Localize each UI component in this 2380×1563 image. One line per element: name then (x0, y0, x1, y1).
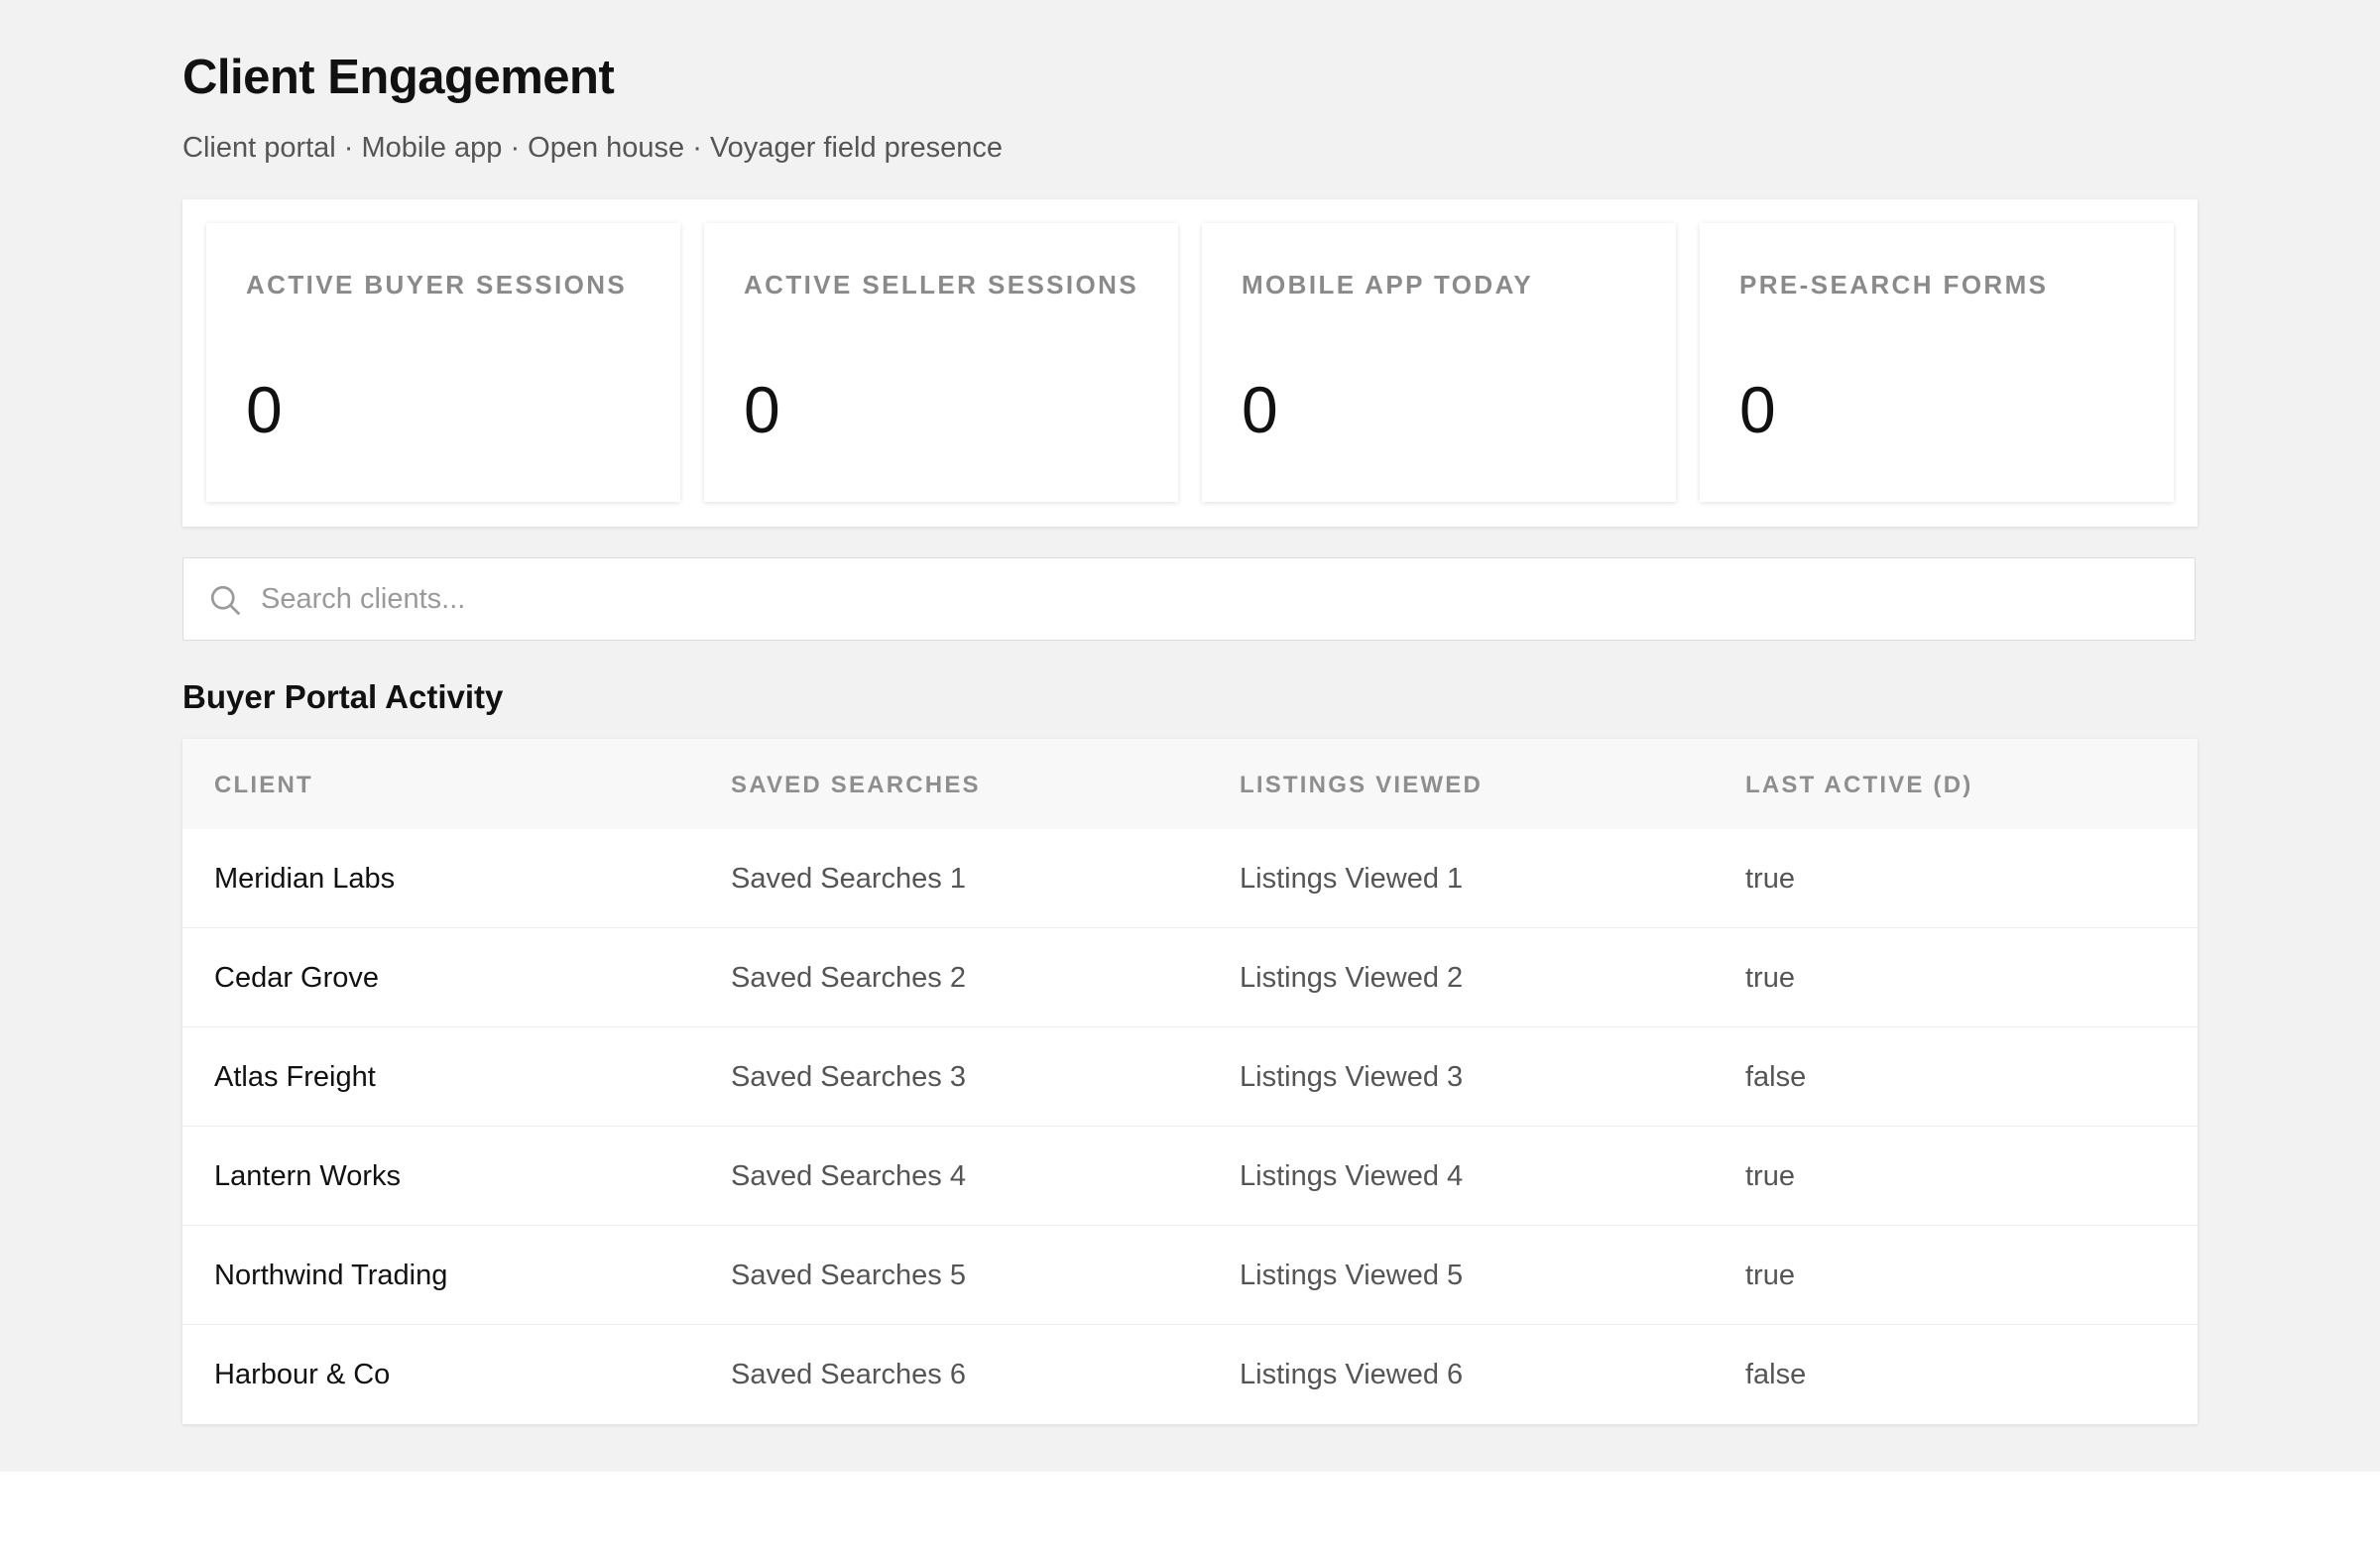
cell-listings-viewed: Listings Viewed 3 (1240, 1061, 1464, 1093)
cell-saved-searches: Saved Searches 5 (731, 1260, 966, 1291)
cell-client: Meridian Labs (214, 863, 396, 895)
search-icon (210, 585, 240, 615)
cell-saved-searches: Saved Searches 6 (731, 1359, 966, 1390)
page-title: Client Engagement (182, 51, 615, 104)
cell-listings-viewed: Listings Viewed 5 (1240, 1260, 1464, 1291)
stat-value: 0 (1739, 373, 1776, 446)
cell-listings-viewed: Listings Viewed 6 (1240, 1359, 1464, 1390)
cell-listings-viewed: Listings Viewed 2 (1240, 962, 1464, 994)
table-row[interactable]: Harbour & Co Saved Searches 6 Listings V… (182, 1325, 2198, 1424)
stat-label: ACTIVE SELLER SESSIONS (744, 270, 1139, 300)
stat-value: 0 (744, 373, 780, 446)
column-header-client[interactable]: CLIENT (214, 772, 313, 799)
cell-client: Harbour & Co (214, 1359, 391, 1390)
cell-saved-searches: Saved Searches 4 (731, 1160, 966, 1192)
cell-saved-searches: Saved Searches 1 (731, 863, 966, 895)
stat-card-mobile-app-today: MOBILE APP TODAY 0 (1202, 223, 1676, 502)
section-title-buyer-portal: Buyer Portal Activity (182, 678, 504, 715)
table-row[interactable]: Cedar Grove Saved Searches 2 Listings Vi… (182, 928, 2198, 1027)
column-header-listings-viewed[interactable]: LISTINGS VIEWED (1240, 772, 1483, 799)
cell-last-active: false (1745, 1359, 1807, 1390)
cell-saved-searches: Saved Searches 2 (731, 962, 966, 994)
stat-label: PRE-SEARCH FORMS (1739, 270, 2049, 300)
table-row[interactable]: Atlas Freight Saved Searches 3 Listings … (182, 1027, 2198, 1127)
stat-label: MOBILE APP TODAY (1242, 270, 1534, 300)
cell-client: Cedar Grove (214, 962, 380, 994)
cell-last-active: false (1745, 1061, 1807, 1093)
search-input[interactable] (261, 558, 2165, 640)
table-row[interactable]: Northwind Trading Saved Searches 5 Listi… (182, 1226, 2198, 1325)
cell-client: Lantern Works (214, 1160, 402, 1192)
page-subtitle: Client portal · Mobile app · Open house … (182, 132, 1003, 164)
stats-panel: ACTIVE BUYER SESSIONS 0 ACTIVE SELLER SE… (182, 199, 2198, 527)
cell-listings-viewed: Listings Viewed 4 (1240, 1160, 1464, 1192)
cell-last-active: true (1745, 863, 1795, 895)
column-header-last-active[interactable]: LAST ACTIVE (D) (1745, 772, 1972, 799)
stat-value: 0 (246, 373, 283, 446)
table-row[interactable]: Meridian Labs Saved Searches 1 Listings … (182, 829, 2198, 928)
cell-saved-searches: Saved Searches 3 (731, 1061, 966, 1093)
table-header: CLIENT SAVED SEARCHES LISTINGS VIEWED LA… (182, 739, 2198, 829)
stat-card-pre-search-forms: PRE-SEARCH FORMS 0 (1700, 223, 2174, 502)
stat-card-active-seller-sessions: ACTIVE SELLER SESSIONS 0 (704, 223, 1178, 502)
cell-last-active: true (1745, 962, 1795, 994)
table-row[interactable]: Lantern Works Saved Searches 4 Listings … (182, 1127, 2198, 1226)
cell-listings-viewed: Listings Viewed 1 (1240, 863, 1464, 895)
search-box[interactable] (182, 557, 2196, 641)
cell-last-active: true (1745, 1260, 1795, 1291)
stat-card-active-buyer-sessions: ACTIVE BUYER SESSIONS 0 (206, 223, 680, 502)
stat-value: 0 (1242, 373, 1278, 446)
buyer-portal-table: CLIENT SAVED SEARCHES LISTINGS VIEWED LA… (182, 739, 2198, 1424)
cell-client: Atlas Freight (214, 1061, 376, 1093)
stat-label: ACTIVE BUYER SESSIONS (246, 270, 628, 300)
cell-last-active: true (1745, 1160, 1795, 1192)
cell-client: Northwind Trading (214, 1260, 448, 1291)
column-header-saved-searches[interactable]: SAVED SEARCHES (731, 772, 981, 799)
